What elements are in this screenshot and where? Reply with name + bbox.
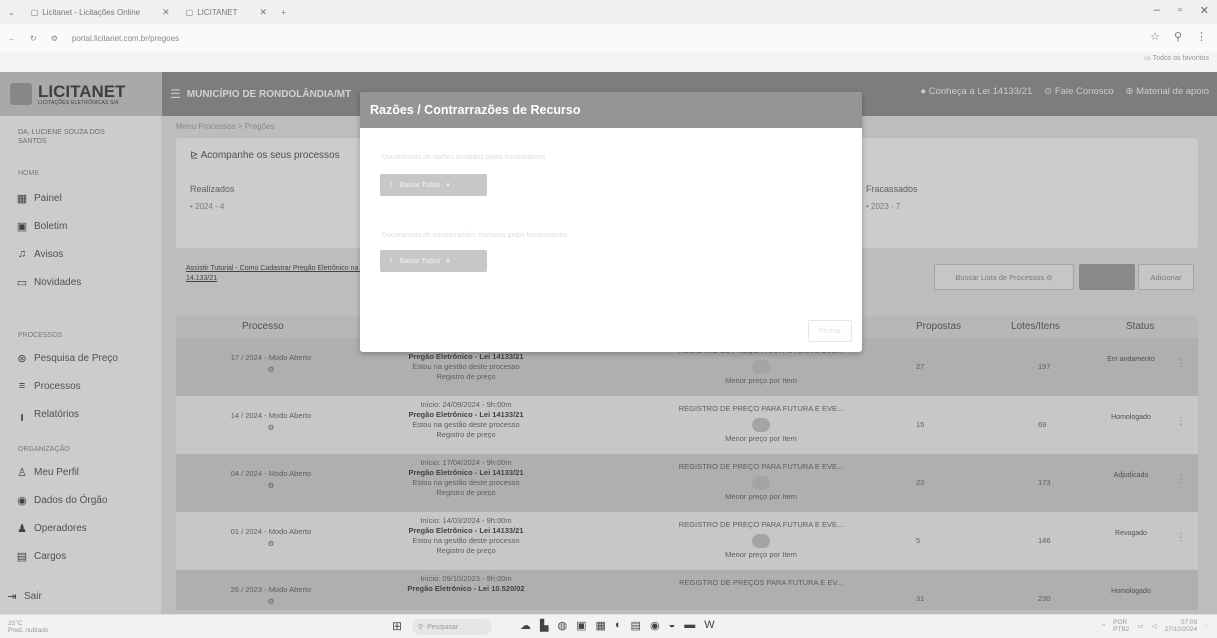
chevron-up-icon[interactable]: ^ [1102, 623, 1105, 630]
file-explorer-icon[interactable]: ▤ [631, 619, 641, 632]
bookmarks-label: Todos os favoritos [1152, 55, 1209, 62]
search-icon: ⚲ [418, 624, 424, 631]
bookmarks-folder[interactable]: ▭ Todos os favoritos [1144, 54, 1209, 62]
start-icon[interactable]: ⊞ [392, 619, 402, 633]
download-icon: ⇩ [388, 258, 394, 265]
tab-favicon-icon: ▢ [185, 7, 194, 17]
word-icon[interactable]: W [704, 619, 714, 632]
taskbar-apps: ☁ ▙ ◍ ▣ ▦ ◐ ▤ ◉ ◒ ▬ W [520, 619, 715, 632]
modal-title: Razões / Contrarrazões de Recurso [360, 92, 862, 128]
app-icon[interactable]: ▬ [684, 619, 695, 632]
edge-browser-icon[interactable]: ◐ [615, 619, 622, 632]
tab-close-icon[interactable]: ✕ [260, 7, 268, 18]
taskbar-search-label: Pesquisar [427, 623, 459, 631]
address-bar: ← ↻ ⚙ portal.licitanet.com.br/pregoes ☆ … [0, 24, 1217, 52]
clock-date: 27/10/2024 [1164, 626, 1198, 634]
browser-tab-bar: ⌄ ▢ Licitanet - Licitações Online ✕ ▢ LI… [0, 0, 1217, 24]
download-icon: ⇩ [388, 182, 394, 189]
app-icon[interactable]: ▙ [540, 619, 548, 632]
volume-icon[interactable]: ◁ [1152, 622, 1157, 630]
widgets-icon[interactable]: ☁ [520, 619, 531, 632]
app-icon[interactable]: ◍ [557, 619, 567, 632]
network-icon[interactable]: ▭ [1137, 622, 1143, 630]
caret-down-icon: ▾ [446, 258, 450, 265]
clock-time: 07:09 [1180, 619, 1198, 626]
download-razoes-button[interactable]: ⇩ Baixar Todos ▾ [380, 174, 487, 196]
close-button[interactable]: Fechar [808, 320, 852, 342]
weather-desc: Pred. nublado [8, 627, 49, 635]
contrarrazoes-note: Documentos de contrarrazões enviados pel… [382, 232, 568, 239]
taskbar: 25°C Pred. nublado ⊞ ⚲ Pesquisar ☁ ▙ ◍ ▣ ▦… [0, 614, 1217, 638]
caret-down-icon: ▾ [446, 182, 450, 189]
url-field[interactable]: portal.licitanet.com.br/pregoes [72, 34, 179, 43]
notification-icon[interactable]: ◌ [1205, 623, 1209, 630]
site-info-icon[interactable]: ⚙ [51, 34, 58, 43]
download-contrarrazoes-button[interactable]: ⇩ Baixar Todos ▾ [380, 250, 487, 272]
app-icon[interactable]: ▣ [576, 619, 586, 632]
app-icon[interactable]: ▦ [595, 619, 605, 632]
browser-tab-active[interactable]: ▢ LICITANET ✕ [178, 2, 275, 22]
tab-close-icon[interactable]: ✕ [162, 7, 170, 18]
maximize-icon[interactable]: ▫ [1178, 4, 1182, 17]
lang-layout: PTB2 [1113, 626, 1130, 634]
new-tab-icon[interactable]: + [281, 8, 286, 17]
recurso-modal: Razões / Contrarrazões de Recurso Docume… [360, 92, 862, 352]
bookmark-star-icon[interactable]: ☆ [1150, 30, 1160, 43]
minimize-icon[interactable]: – [1154, 4, 1160, 17]
system-tray: ^ POR PTB2 ▭ ◁ 07:09 27/10/2024 ◌ [1102, 619, 1209, 633]
weather-widget[interactable]: 25°C Pred. nublado [8, 620, 48, 634]
tab-title: LICITANET [197, 7, 238, 17]
download-label: Baixar Todos [399, 257, 441, 265]
language-indicator[interactable]: POR PTB2 [1113, 619, 1129, 633]
clock[interactable]: 07:09 27/10/2024 [1165, 619, 1198, 633]
tab-favicon-icon: ▢ [30, 7, 39, 17]
back-icon[interactable]: ← [8, 34, 16, 43]
chrome-browser-icon[interactable]: ◉ [650, 619, 660, 632]
weather-temp: 25°C [8, 620, 23, 627]
lang-code: POR [1113, 619, 1128, 626]
tab-list-icon[interactable]: ⌄ [0, 8, 23, 17]
browser-menu-icon[interactable]: ⋮ [1196, 30, 1207, 43]
browser-tab[interactable]: ▢ Licitanet - Licitações Online ✕ [23, 2, 178, 22]
tab-title: Licitanet - Licitações Online [42, 7, 141, 17]
extensions-icon[interactable]: ⚲ [1174, 30, 1182, 43]
app-icon[interactable]: ◒ [669, 619, 676, 632]
razoes-note: Documentos de razões enviados pelos forn… [382, 154, 546, 161]
reload-icon[interactable]: ↻ [30, 34, 37, 43]
download-label: Baixar Todos [399, 181, 441, 189]
taskbar-search[interactable]: ⚲ Pesquisar [412, 619, 492, 635]
close-window-icon[interactable]: ✕ [1200, 4, 1209, 17]
